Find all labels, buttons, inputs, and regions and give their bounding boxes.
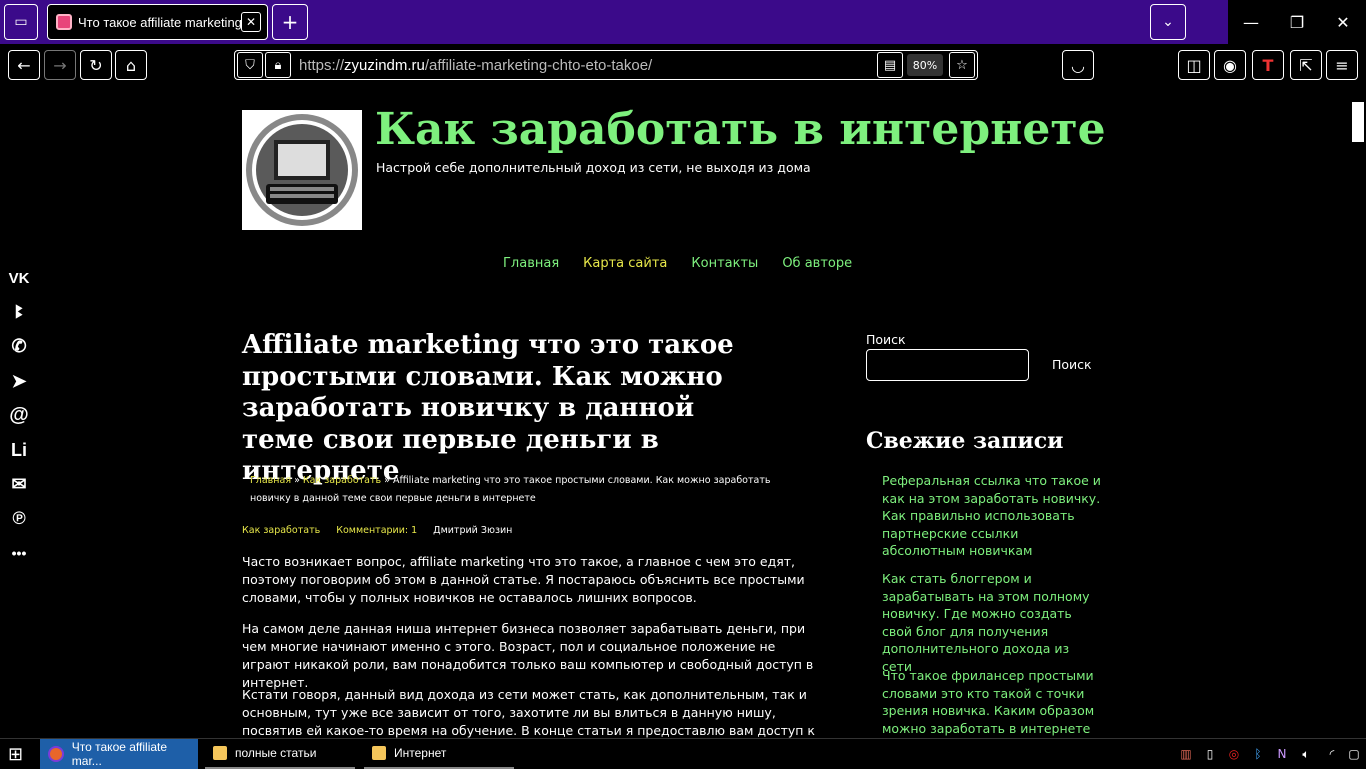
post-author: Дмитрий Зюзин bbox=[433, 525, 513, 536]
recent-post-link[interactable]: Как стать блоггером и зарабатывать на эт… bbox=[882, 570, 1102, 676]
list-tabs-icon[interactable]: ⌄ bbox=[1150, 4, 1186, 40]
post-meta: Как заработать Комментарии: 1 Дмитрий Зю… bbox=[242, 525, 512, 536]
breadcrumb: Главная » Как заработать » Affiliate mar… bbox=[250, 475, 771, 504]
url-bar[interactable]: ⛉ 🔒︎ https://zyuzindm.ru/affiliate-marke… bbox=[234, 50, 978, 80]
recent-posts-title: Свежие записи bbox=[866, 428, 1064, 454]
web-page: Как заработать в интернете Настрой себе … bbox=[0, 86, 1366, 738]
extension-t-icon[interactable]: T bbox=[1252, 50, 1284, 80]
social-share-bar: VK ꔪ ✆ ➤ @ Li ✉ ℗ ••• bbox=[6, 261, 32, 571]
tab-bar: ▭ Что такое affiliate marketing ✕ + ⌄ — … bbox=[0, 0, 1366, 44]
taskbar-item-folder[interactable]: Интернет bbox=[364, 739, 514, 769]
nav-about[interactable]: Об авторе bbox=[782, 256, 852, 271]
telegram-icon[interactable]: ➤ bbox=[6, 364, 32, 398]
scrollbar-thumb[interactable] bbox=[1352, 102, 1364, 142]
forward-button[interactable]: → bbox=[44, 50, 76, 80]
tab-overview-icon[interactable]: ▭ bbox=[4, 4, 38, 40]
nav-contacts[interactable]: Контакты bbox=[691, 256, 758, 271]
zoom-level[interactable]: 80% bbox=[907, 54, 943, 76]
restore-icon[interactable]: ❐ bbox=[1274, 0, 1320, 44]
post-comments[interactable]: Комментарии: 1 bbox=[336, 525, 417, 536]
email-at-icon[interactable]: @ bbox=[6, 399, 32, 433]
wifi-icon[interactable]: ◜ bbox=[1320, 739, 1344, 769]
usb-icon[interactable]: ▯ bbox=[1198, 739, 1222, 769]
account-icon[interactable]: ◉ bbox=[1214, 50, 1246, 80]
search-input[interactable] bbox=[866, 349, 1029, 381]
opera-icon[interactable]: ◎ bbox=[1222, 739, 1246, 769]
post-title: Affiliate marketing что это такое просты… bbox=[242, 330, 734, 486]
volume-icon[interactable]: 🔈︎ bbox=[1294, 739, 1318, 769]
minimize-icon[interactable]: — bbox=[1228, 0, 1274, 44]
folder-icon bbox=[372, 746, 386, 760]
search-label: Поиск bbox=[866, 332, 906, 347]
back-button[interactable]: ← bbox=[8, 50, 40, 80]
sidebar-icon[interactable]: ◫ bbox=[1178, 50, 1210, 80]
post-paragraph: Часто возникает вопрос, affiliate market… bbox=[242, 554, 805, 605]
nav-bar: ← → ↻ ⌂ ⛉ 🔒︎ https://zyuzindm.ru/affilia… bbox=[0, 44, 1366, 86]
site-title[interactable]: Как заработать в интернете bbox=[375, 104, 1106, 155]
breadcrumb-category[interactable]: Как заработать bbox=[303, 475, 381, 486]
whatsapp-icon[interactable]: ✆ bbox=[6, 330, 32, 364]
recent-post-link[interactable]: Реферальная ссылка что такое и как на эт… bbox=[882, 472, 1102, 560]
breadcrumb-home[interactable]: Главная bbox=[250, 475, 291, 486]
pinterest-icon[interactable]: ℗ bbox=[6, 502, 32, 536]
vk-icon[interactable]: VK bbox=[6, 261, 32, 295]
notifications-icon[interactable]: ▢ bbox=[1342, 739, 1366, 769]
tab-title: Что такое affiliate marketing bbox=[78, 14, 241, 30]
reload-button[interactable]: ↻ bbox=[80, 50, 112, 80]
odnoklassniki-icon[interactable]: ꔪ bbox=[6, 295, 32, 329]
extensions-icon[interactable]: ⇱ bbox=[1290, 50, 1322, 80]
site-description: Настрой себе дополнительный доход из сет… bbox=[376, 160, 811, 175]
url-text[interactable]: https://zyuzindm.ru/affiliate-marketing-… bbox=[299, 57, 875, 74]
menu-icon[interactable]: ≡ bbox=[1326, 50, 1358, 80]
close-tab-icon[interactable]: ✕ bbox=[241, 12, 261, 32]
home-button[interactable]: ⌂ bbox=[115, 50, 147, 80]
tray-n-icon[interactable]: N bbox=[1270, 739, 1294, 769]
more-share-icon[interactable]: ••• bbox=[6, 536, 32, 570]
bluetooth-icon[interactable]: ᛒ bbox=[1246, 739, 1270, 769]
tray-app-icon[interactable]: ▥ bbox=[1174, 739, 1198, 769]
reader-view-icon[interactable]: ▤ bbox=[877, 52, 903, 78]
search-button[interactable]: Поиск bbox=[1052, 357, 1092, 372]
main-nav: Главная Карта сайта Контакты Об авторе bbox=[503, 256, 852, 271]
folder-icon bbox=[213, 746, 227, 760]
windows-start-icon[interactable]: ⊞ bbox=[8, 739, 23, 769]
nav-home[interactable]: Главная bbox=[503, 256, 559, 271]
new-tab-button[interactable]: + bbox=[272, 4, 308, 40]
favicon-icon bbox=[56, 14, 72, 30]
post-paragraph: На самом деле данная ниша интернет бизне… bbox=[242, 621, 814, 690]
site-logo[interactable] bbox=[242, 110, 362, 230]
shield-icon[interactable]: ⛉ bbox=[237, 52, 263, 78]
pocket-icon[interactable]: ◡ bbox=[1062, 50, 1094, 80]
post-paragraph: Кстати говоря, данный вид дохода из сети… bbox=[242, 687, 815, 738]
close-window-icon[interactable]: ✕ bbox=[1320, 0, 1366, 44]
taskbar: ⊞ Что такое affiliate mar... полные стат… bbox=[0, 738, 1366, 769]
post-category[interactable]: Как заработать bbox=[242, 525, 320, 536]
firefox-icon bbox=[48, 746, 64, 762]
taskbar-item-folder[interactable]: полные статьи bbox=[205, 739, 355, 769]
recent-post-link[interactable]: Что такое фрилансер простыми словами это… bbox=[882, 667, 1102, 738]
liveinternet-icon[interactable]: Li bbox=[6, 433, 32, 467]
page-scrollbar[interactable] bbox=[1350, 86, 1366, 738]
bookmark-star-icon[interactable]: ☆ bbox=[949, 52, 975, 78]
mail-icon[interactable]: ✉ bbox=[6, 467, 32, 501]
nav-sitemap[interactable]: Карта сайта bbox=[583, 256, 667, 271]
lock-icon[interactable]: 🔒︎ bbox=[265, 52, 291, 78]
taskbar-item-browser[interactable]: Что такое affiliate mar... bbox=[40, 739, 198, 769]
tab-active[interactable]: Что такое affiliate marketing ✕ bbox=[47, 4, 268, 40]
